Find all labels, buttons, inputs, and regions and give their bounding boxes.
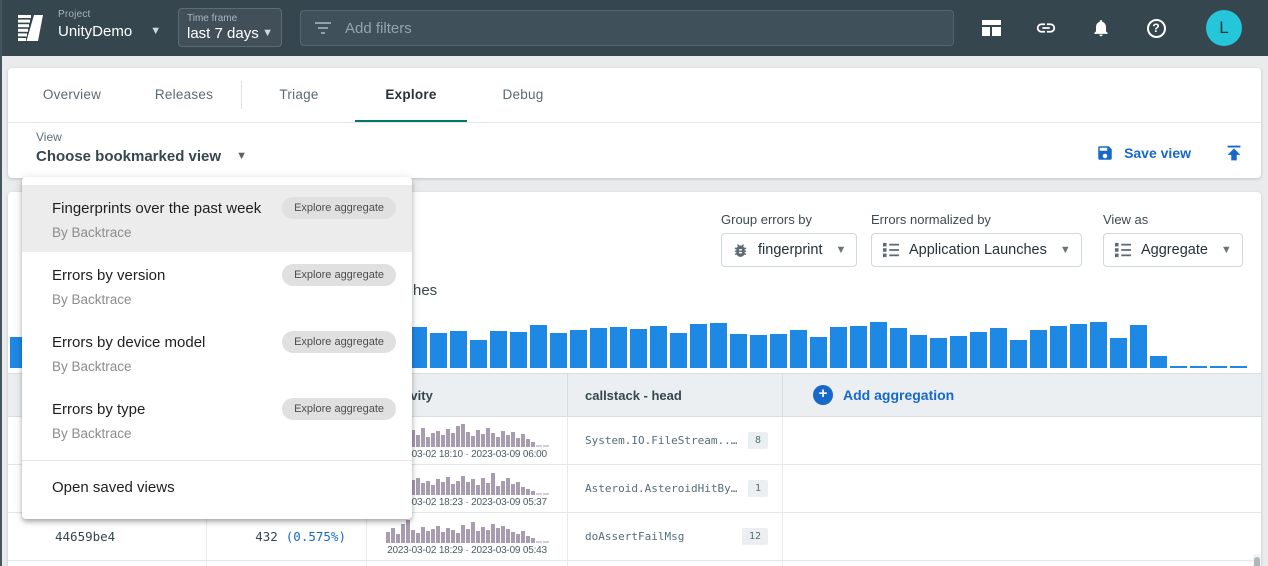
menu-item-title: Fingerprints over the past week [52,200,261,217]
list-icon [1114,242,1132,258]
count-cell: 432 (0.575%) [207,513,367,560]
scrollbar-thumb[interactable] [1254,557,1260,566]
filter-bar[interactable] [300,10,954,46]
menu-item-author: By Backtrace [52,426,396,441]
aggregation-cell [783,417,1261,464]
menu-item-author: By Backtrace [52,292,396,307]
group-errors-by-control: Group errors by fingerprint ▼ [721,212,857,267]
view-bar: View Choose bookmarked view ▼ Save view [8,123,1261,177]
normalized-by-select[interactable]: Application Launches ▼ [871,233,1082,267]
chevron-down-icon: ▼ [150,26,161,37]
callstack-cell: Asteroid.AsteroidHitBy… 1 [568,465,783,512]
tab-bar: Overview Releases Triage Explore Debug [8,68,1261,123]
bookmarked-view-value: Choose bookmarked view [36,148,221,165]
table-scrollbar[interactable] [1253,554,1261,566]
list-icon [882,242,900,258]
explore-aggregate-badge: Explore aggregate [282,398,396,420]
chevron-down-icon: ▼ [262,28,273,39]
filter-icon [314,21,332,35]
errors-normalized-by-control: Errors normalized by Application Launche… [871,212,1082,267]
callstack-text: doAssertFailMsg [585,530,684,543]
fingerprint-bug-icon [732,242,749,259]
bookmarked-view-dropdown[interactable]: Choose bookmarked view ▼ [36,148,247,165]
menu-item-fingerprints-past-week[interactable]: Fingerprints over the past week Explore … [22,185,412,252]
activity-cell: 2023-03-02 18:29 · 2023-03-09 05:43 [367,513,568,560]
tabs-panel: Overview Releases Triage Explore Debug V… [8,68,1261,178]
plus-icon: + [813,385,833,405]
menu-item-title: Errors by device model [52,334,205,351]
timeframe-value: last 7 days [187,25,259,42]
save-icon[interactable] [1096,144,1114,162]
callstack-cell: doAssertFailMsg 12 [568,513,783,560]
avatar[interactable]: L [1206,10,1242,46]
group-by-select[interactable]: fingerprint ▼ [721,233,857,267]
menu-item-author: By Backtrace [52,225,396,240]
callstack-count-badge: 8 [748,432,768,449]
bookmarked-views-menu: Fingerprints over the past week Explore … [22,177,412,519]
tab-overview[interactable]: Overview [16,68,128,122]
callstack-count-badge: 1 [748,480,768,497]
tab-triage[interactable]: Triage [243,68,355,122]
aggregation-cell [783,465,1261,512]
callstack-count-badge: 12 [742,528,768,545]
callstack-text: Asteroid.AsteroidHitBy… [585,482,737,495]
chevron-down-icon: ▼ [1060,245,1071,256]
explore-aggregate-badge: Explore aggregate [282,331,396,353]
add-aggregation-button[interactable]: + Add aggregation [783,374,1261,416]
page-heading-fragment: hes [413,282,437,299]
window-edge [0,0,2,566]
open-saved-views-item[interactable]: Open saved views [22,464,412,511]
view-as-value: Aggregate [1141,242,1208,258]
add-filters-input[interactable] [345,20,905,37]
timeframe-label: Time frame [187,13,273,24]
tab-divider [241,81,242,109]
help-icon[interactable]: ? [1145,17,1167,39]
callstack-text: System.IO.FileStream..… [585,434,737,447]
timeframe-selector[interactable]: Time frame last 7 days ▼ [178,8,282,47]
project-selector[interactable]: Project UnityDemo ▼ [58,9,161,40]
topbar: Project UnityDemo ▼ Time frame last 7 da… [0,0,1268,56]
header-callstack-head[interactable]: callstack - head [568,374,783,416]
tab-releases[interactable]: Releases [128,68,240,122]
publish-view-icon[interactable] [1223,142,1245,164]
activity-sparkline [386,518,549,543]
callstack-cell: System.IO.FileStream..… 8 [568,417,783,464]
menu-item-errors-by-type[interactable]: Errors by type Explore aggregate By Back… [22,386,412,453]
view-label: View [36,130,62,144]
table-row[interactable]: 44659be4 432 (0.575%) 2023-03-02 18:29 · … [8,513,1261,561]
menu-item-errors-by-version[interactable]: Errors by version Explore aggregate By B… [22,252,412,319]
project-value: UnityDemo [58,23,132,40]
view-as-label: View as [1103,212,1243,227]
explore-aggregate-badge: Explore aggregate [282,197,396,219]
count-percent: (0.575%) [286,529,346,544]
chevron-down-icon: ▼ [835,245,846,256]
aggregation-cell [783,513,1261,560]
menu-item-author: By Backtrace [52,359,396,374]
count-value: 432 [255,529,278,544]
project-label: Project [58,9,161,20]
tab-explore[interactable]: Explore [355,68,467,122]
menu-divider [22,460,412,461]
activity-range: 2023-03-02 18:29 · 2023-03-09 05:43 [387,545,547,556]
link-icon[interactable] [1035,17,1057,39]
menu-item-title: Errors by version [52,267,165,284]
notifications-bell-icon[interactable] [1090,17,1112,39]
view-as-select[interactable]: Aggregate ▼ [1103,233,1243,267]
tab-debug[interactable]: Debug [467,68,579,122]
group-by-value: fingerprint [758,242,822,258]
explore-aggregate-badge: Explore aggregate [282,264,396,286]
dashboard-icon[interactable] [980,17,1002,39]
backtrace-logo-icon[interactable] [16,12,48,44]
group-errors-by-label: Group errors by [721,212,857,227]
view-as-control: View as Aggregate ▼ [1103,212,1243,267]
menu-item-errors-by-device-model[interactable]: Errors by device model Explore aggregate… [22,319,412,386]
save-view-button[interactable]: Save view [1124,145,1191,161]
chevron-down-icon: ▼ [1221,245,1232,256]
menu-item-title: Errors by type [52,401,145,418]
fingerprint-cell: 44659be4 [8,513,207,560]
chevron-down-icon: ▼ [236,151,247,162]
errors-normalized-by-label: Errors normalized by [871,212,1082,227]
table-row-partial [8,561,1261,566]
normalized-by-value: Application Launches [909,242,1047,258]
